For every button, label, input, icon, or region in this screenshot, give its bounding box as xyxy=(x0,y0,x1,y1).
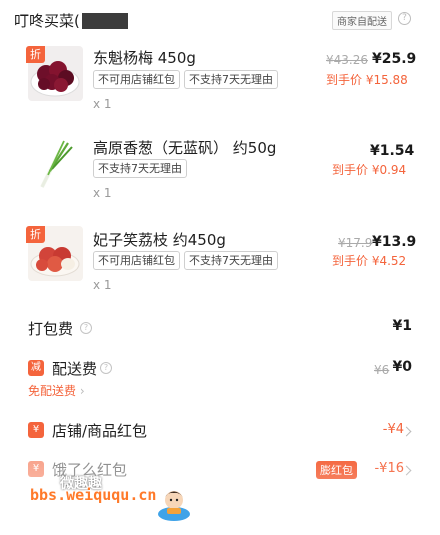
item-quantity: x 1 xyxy=(93,278,112,292)
question-circle-icon[interactable]: ? xyxy=(398,12,411,25)
shop-name[interactable]: 叮咚买菜( xyxy=(14,10,128,31)
item-tag: 不可用店铺红包 xyxy=(93,251,180,270)
delivery-fee-row: 减 配送费 ? ¥6 ¥0 免配送费 › xyxy=(0,356,440,398)
redacted-mask xyxy=(81,13,128,29)
shop-redpack-value: -¥4 xyxy=(382,422,404,437)
dispatch-tag: 商家自配送 xyxy=(332,11,392,30)
item-price: ¥13.9 xyxy=(372,234,417,250)
item-quantity: x 1 xyxy=(93,97,112,111)
cart-item: 折 妃子笑荔枝 约450g 不可用店铺红包 不支持7天无理由 x 1 ¥17.9… xyxy=(0,220,440,300)
cart-item: 折 东魁杨梅 450g 不可用店铺红包 不支持7天无理由 x 1 ¥43.26 … xyxy=(0,40,440,122)
item-price: ¥25.9 xyxy=(372,51,417,67)
item-final-price: 到手价 ¥15.88 xyxy=(326,73,408,87)
shop-redpack-label: 店铺/商品红包 xyxy=(52,422,148,440)
watermark-url: bbs.weiququ.cn xyxy=(30,486,157,504)
item-price: ¥1.54 xyxy=(370,143,415,159)
item-final-price: 到手价 ¥0.94 xyxy=(332,163,407,177)
item-original-price: ¥43.26 xyxy=(326,53,368,67)
question-circle-icon[interactable]: ? xyxy=(80,322,92,334)
item-tags: 不支持7天无理由 xyxy=(93,159,187,178)
delivery-original-fee: ¥6 xyxy=(374,363,390,377)
discount-badge: 折 xyxy=(26,46,45,63)
chevron-right-icon: › xyxy=(79,384,85,398)
item-tag: 不支持7天无理由 xyxy=(184,70,278,89)
item-title[interactable]: 高原香葱（无蓝矾） 约50g xyxy=(93,137,276,158)
delivery-fee-value: ¥0 xyxy=(392,359,412,375)
item-original-price: ¥17.9 xyxy=(338,236,373,250)
mascot-icon xyxy=(153,482,195,524)
item-title[interactable]: 妃子笑荔枝 约450g xyxy=(93,229,226,250)
shop-header: 叮咚买菜( 商家自配送 ? xyxy=(0,0,440,38)
packing-fee-label: 打包费 xyxy=(28,320,74,338)
cart-item: 高原香葱（无蓝矾） 约50g 不支持7天无理由 x 1 ¥1.54 到手价 ¥0… xyxy=(0,130,440,210)
packing-fee-row: 打包费 ? ¥1 xyxy=(0,316,440,340)
item-tags: 不可用店铺红包 不支持7天无理由 xyxy=(93,251,278,270)
yuan-icon: ¥ xyxy=(28,461,44,477)
item-tag: 不可用店铺红包 xyxy=(93,70,180,89)
item-tags: 不可用店铺红包 不支持7天无理由 xyxy=(93,70,278,89)
item-title[interactable]: 东魁杨梅 450g xyxy=(93,47,196,68)
yuan-icon: ¥ xyxy=(28,422,44,438)
packing-fee-value: ¥1 xyxy=(392,318,412,334)
expanded-redpack-badge: 膨红包 xyxy=(316,461,357,479)
delivery-fee-label: 配送费 xyxy=(52,360,98,378)
scallion-image[interactable] xyxy=(28,137,83,192)
item-tag: 不支持7天无理由 xyxy=(184,251,278,270)
item-tag: 不支持7天无理由 xyxy=(93,159,187,178)
shop-name-text: 叮咚买菜( xyxy=(14,12,80,30)
eleme-redpack-value: -¥16 xyxy=(374,461,404,476)
shop-redpack-row[interactable]: ¥ 店铺/商品红包 -¥4 xyxy=(0,418,440,442)
free-delivery-link[interactable]: 免配送费 › xyxy=(28,382,85,399)
item-final-price: 到手价 ¥4.52 xyxy=(332,254,407,268)
free-delivery-link-text: 免配送费 xyxy=(28,384,77,398)
reduce-icon: 减 xyxy=(28,360,44,376)
question-circle-icon[interactable]: ? xyxy=(100,362,112,374)
discount-badge: 折 xyxy=(26,226,45,243)
item-quantity: x 1 xyxy=(93,186,112,200)
